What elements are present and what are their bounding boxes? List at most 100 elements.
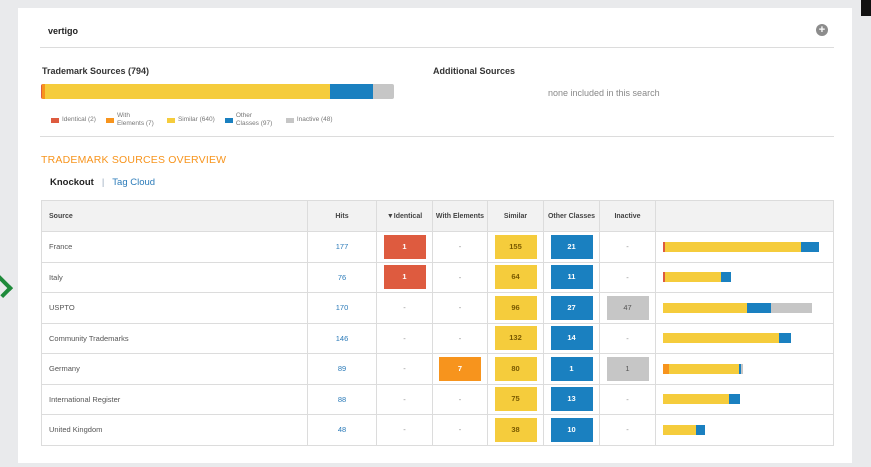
empty-value: - xyxy=(458,333,462,343)
table-row[interactable]: Italy 76 1 - 64 11 - xyxy=(41,261,834,293)
distribution-cell xyxy=(655,353,834,385)
other-classes-cell: 21 xyxy=(543,231,600,263)
with-elements-count[interactable]: 7 xyxy=(439,356,481,381)
column-header-identical[interactable]: ▼Identical xyxy=(376,200,433,232)
column-header-source[interactable]: Source xyxy=(41,200,308,232)
distribution-segment-similar xyxy=(669,363,740,374)
column-header-similar[interactable]: Similar xyxy=(487,200,544,232)
distribution-segment-other-classes xyxy=(721,272,731,283)
empty-value: - xyxy=(626,394,629,404)
summary-segment-inactive xyxy=(372,84,394,99)
similar-count[interactable]: 155 xyxy=(494,234,537,259)
hits-link[interactable]: 170 xyxy=(336,303,349,312)
distribution-segment-similar xyxy=(663,424,697,435)
column-header-hits[interactable]: Hits xyxy=(307,200,377,232)
distribution-segment-similar xyxy=(665,241,801,252)
table-row[interactable]: France 177 1 - 155 21 - xyxy=(41,231,834,263)
hits-link[interactable]: 146 xyxy=(336,334,349,343)
other-classes-count[interactable]: 14 xyxy=(550,326,593,351)
tab-separator: | xyxy=(101,177,105,188)
plus-icon[interactable]: + xyxy=(816,24,828,36)
hits-cell: 88 xyxy=(307,383,377,415)
column-header-other-classes[interactable]: Other Classes xyxy=(543,200,600,232)
legend-item-with-elements: With Elements (7) xyxy=(105,112,157,128)
table-row[interactable]: International Register 88 - - 75 13 - xyxy=(41,383,834,415)
similar-count[interactable]: 96 xyxy=(494,295,537,320)
table-row[interactable]: USPTO 170 - - 96 27 47 xyxy=(41,292,834,324)
inactive-cell: - xyxy=(599,414,656,446)
hits-link[interactable]: 76 xyxy=(338,273,346,282)
corner-decoration xyxy=(861,0,871,16)
legend-swatch xyxy=(224,117,233,123)
legend-swatch xyxy=(285,117,294,123)
table-row[interactable]: Community Trademarks 146 - - 132 14 - xyxy=(41,322,834,354)
similar-count[interactable]: 132 xyxy=(494,326,537,351)
distribution-segment-inactive xyxy=(741,363,744,374)
other-classes-count[interactable]: 21 xyxy=(550,234,593,259)
distribution-segment-other-classes xyxy=(696,424,706,435)
similar-cell: 75 xyxy=(487,383,544,415)
distribution-cell xyxy=(655,292,834,324)
distribution-bar xyxy=(663,241,833,252)
similar-cell: 96 xyxy=(487,292,544,324)
sources-table: Source Hits ▼Identical With Elements Sim… xyxy=(41,200,834,446)
hits-cell: 76 xyxy=(307,261,377,293)
identical-count[interactable]: 1 xyxy=(383,265,426,290)
other-classes-count[interactable]: 11 xyxy=(550,265,593,290)
tab-knockout[interactable]: Knockout xyxy=(50,177,94,188)
search-header: vertigo + xyxy=(40,20,834,48)
other-classes-count[interactable]: 13 xyxy=(550,387,593,412)
identical-count[interactable]: 1 xyxy=(383,234,426,259)
results-panel: vertigo + Trademark Sources (794) Identi… xyxy=(18,8,852,463)
empty-value: - xyxy=(403,333,406,343)
hits-link[interactable]: 177 xyxy=(336,242,349,251)
identical-cell: - xyxy=(376,383,433,415)
column-header-inactive[interactable]: Inactive xyxy=(599,200,656,232)
other-classes-count[interactable]: 27 xyxy=(550,295,593,320)
legend-swatch xyxy=(105,117,114,123)
similar-count[interactable]: 38 xyxy=(494,417,537,442)
distribution-segment-similar xyxy=(665,272,722,283)
distribution-cell xyxy=(655,231,834,263)
other-classes-cell: 14 xyxy=(543,322,600,354)
with-elements-cell: - xyxy=(432,292,488,324)
similar-count[interactable]: 75 xyxy=(494,387,537,412)
source-name: United Kingdom xyxy=(41,414,308,446)
inactive-count[interactable]: 1 xyxy=(606,356,649,381)
hits-link[interactable]: 89 xyxy=(338,364,346,373)
table-row[interactable]: United Kingdom 48 - - 38 10 - xyxy=(41,414,834,446)
legend-label: Inactive (48) xyxy=(296,116,333,123)
search-query: vertigo xyxy=(48,26,79,36)
other-classes-cell: 10 xyxy=(543,414,600,446)
overview-title: TRADEMARK SOURCES OVERVIEW xyxy=(41,154,227,166)
source-name: International Register xyxy=(41,383,308,415)
distribution-cell xyxy=(655,322,834,354)
distribution-bar xyxy=(663,363,833,374)
distribution-cell xyxy=(655,414,834,446)
additional-sources-title: Additional Sources xyxy=(433,66,516,76)
empty-value: - xyxy=(626,333,629,343)
other-classes-cell: 1 xyxy=(543,353,600,385)
distribution-segment-other-classes xyxy=(728,394,741,405)
distribution-segment-similar xyxy=(663,333,779,344)
empty-value: - xyxy=(458,242,462,252)
other-classes-count[interactable]: 10 xyxy=(550,417,593,442)
hits-link[interactable]: 88 xyxy=(338,395,346,404)
table-row[interactable]: Germany 89 - 7 80 1 1 xyxy=(41,353,834,385)
column-header-with-elements[interactable]: With Elements xyxy=(432,200,488,232)
identical-cell: - xyxy=(376,292,433,324)
inactive-count[interactable]: 47 xyxy=(606,295,649,320)
similar-count[interactable]: 64 xyxy=(494,265,537,290)
distribution-segment-inactive xyxy=(770,302,812,313)
hits-link[interactable]: 48 xyxy=(338,425,346,434)
distribution-segment-other-classes xyxy=(778,333,791,344)
empty-value: - xyxy=(626,272,629,282)
distribution-cell xyxy=(655,261,834,293)
distribution-bar xyxy=(663,272,833,283)
other-classes-cell: 11 xyxy=(543,261,600,293)
similar-count[interactable]: 80 xyxy=(494,356,537,381)
other-classes-count[interactable]: 1 xyxy=(550,356,593,381)
distribution-segment-similar xyxy=(663,394,729,405)
tab-tag-cloud[interactable]: Tag Cloud xyxy=(112,177,155,188)
identical-cell: - xyxy=(376,353,433,385)
